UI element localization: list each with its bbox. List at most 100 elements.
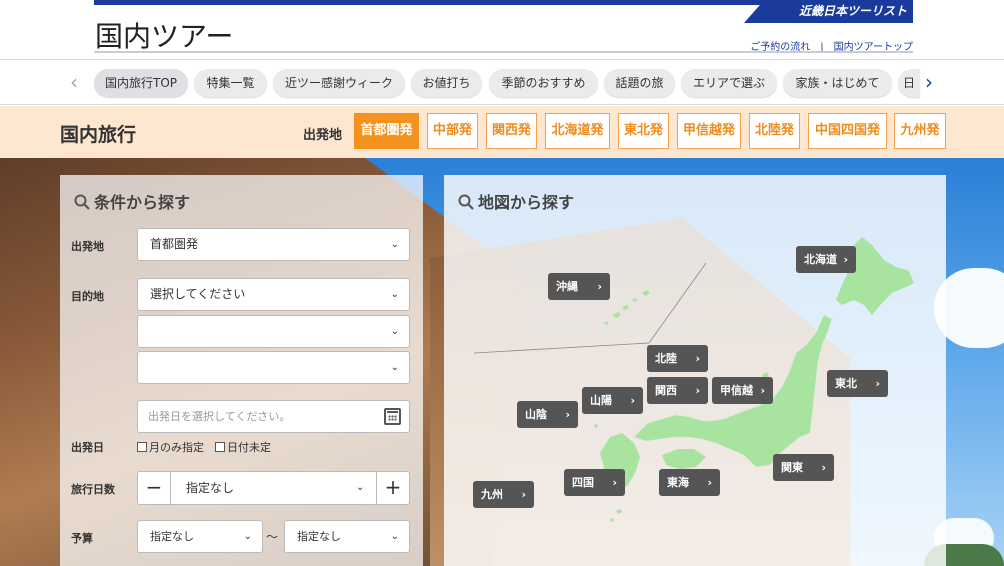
dep-chugoku-shikoku-button[interactable]: 中国四国発	[808, 113, 887, 149]
tab-features[interactable]: 特集一覧	[194, 69, 267, 97]
region-kansai-button[interactable]: 関西 ›	[647, 377, 708, 404]
tab-trending[interactable]: 話題の旅	[604, 69, 675, 97]
chevron-right-icon: ›	[843, 253, 848, 266]
month-only-checkbox[interactable]: 月のみ指定	[137, 439, 204, 455]
destination-sub-select-2[interactable]: ⌄	[137, 351, 410, 384]
tab-thanks-week[interactable]: 近ツー感謝ウィーク	[273, 69, 405, 97]
chevron-left-icon[interactable]: ‹	[66, 70, 82, 94]
tab-seasonal[interactable]: 季節のおすすめ	[489, 69, 598, 97]
region-kyushu-button[interactable]: 九州 ›	[473, 481, 534, 508]
region-kanto-button[interactable]: 関東 ›	[773, 454, 834, 481]
region-label: 甲信越	[720, 384, 753, 397]
chevron-right-icon: ›	[875, 377, 880, 390]
chevron-right-icon[interactable]: ›	[921, 70, 937, 94]
search-icon	[74, 194, 90, 210]
budget-min-value: 指定なし	[150, 530, 194, 543]
calendar-icon[interactable]	[384, 408, 401, 425]
dep-tokyo-button[interactable]: 首都圏発	[354, 113, 419, 149]
range-tilde: ～	[266, 530, 279, 544]
region-sanin-button[interactable]: 山陰 ›	[517, 401, 578, 428]
chevron-right-icon: ›	[521, 488, 526, 501]
budget-min-select[interactable]: 指定なし ⌄	[137, 520, 263, 553]
region-koshinetsu-button[interactable]: 甲信越 ›	[712, 377, 773, 404]
chevron-down-icon[interactable]: ⌄	[356, 472, 364, 504]
date-undecided-label: 日付未定	[227, 441, 271, 454]
chevron-down-icon: ⌄	[243, 531, 252, 542]
site-header: 近畿日本ツーリスト 国内ツアー ご予約の流れ | 国内ツアートップ	[0, 0, 1004, 58]
date-field-label: 出発日	[71, 441, 104, 454]
budget-max-select[interactable]: 指定なし ⌄	[284, 520, 410, 553]
minus-button[interactable]: −	[138, 472, 171, 504]
chevron-down-icon: ⌄	[390, 362, 399, 373]
dep-kansai-button[interactable]: 関西発	[486, 113, 537, 149]
date-undecided-checkbox[interactable]: 日付未定	[215, 439, 271, 455]
condition-panel-title: 条件から探す	[74, 189, 190, 213]
tab-partial[interactable]: 日	[898, 69, 920, 97]
okinawa-land[interactable]	[604, 290, 650, 325]
month-only-label: 月のみ指定	[149, 441, 204, 454]
dep-kyushu-button[interactable]: 九州発	[894, 113, 946, 149]
destination-sub-select-1[interactable]: ⌄	[137, 315, 410, 348]
section-title: 国内旅行	[60, 124, 137, 146]
destination-select[interactable]: 選択してください ⌄	[137, 278, 410, 311]
departure-field-label: 出発地	[71, 240, 104, 253]
shikoku-land[interactable]	[662, 449, 706, 469]
checkbox-icon[interactable]	[137, 442, 147, 452]
chevron-down-icon: ⌄	[390, 326, 399, 337]
region-shikoku-button[interactable]: 四国 ›	[564, 469, 625, 496]
dep-koshinetsu-button[interactable]: 甲信越発	[677, 113, 741, 149]
departure-date-input[interactable]: 出発日を選択してください。	[137, 400, 410, 433]
region-tohoku-button[interactable]: 東北 ›	[827, 370, 888, 397]
destination-field-label: 目的地	[71, 290, 104, 303]
region-label: 北陸	[655, 352, 677, 365]
days-stepper[interactable]: − 指定なし ⌄ +	[137, 471, 410, 505]
chevron-right-icon: ›	[695, 352, 700, 365]
tab-by-area[interactable]: エリアで選ぶ	[681, 69, 777, 97]
days-value: 指定なし	[186, 481, 235, 495]
budget-field-label: 予算	[71, 532, 93, 545]
condition-title-text: 条件から探す	[94, 193, 191, 212]
region-tokai-button[interactable]: 東海 ›	[659, 469, 720, 496]
chevron-right-icon: ›	[821, 461, 826, 474]
region-okinawa-button[interactable]: 沖縄 ›	[548, 273, 610, 300]
header-divider	[94, 51, 913, 53]
plus-button[interactable]: +	[376, 472, 409, 504]
brand-logo[interactable]: 近畿日本ツーリスト	[744, 0, 913, 23]
dep-tohoku-button[interactable]: 東北発	[618, 113, 669, 149]
condition-search-panel: 条件から探す 出発地 首都圏発 ⌄ 目的地 選択してください ⌄ ⌄ ⌄ 出発日…	[60, 175, 423, 566]
region-sanyo-button[interactable]: 山陽 ›	[582, 387, 643, 414]
chevron-right-icon: ›	[565, 408, 570, 421]
okinawa-island[interactable]	[604, 290, 650, 325]
departure-select[interactable]: 首都圏発 ⌄	[137, 228, 410, 261]
budget-max-value: 指定なし	[297, 530, 341, 543]
chevron-right-icon: ›	[760, 384, 765, 397]
page-title: 国内ツアー	[95, 20, 234, 53]
chevron-right-icon: ›	[612, 476, 617, 489]
tab-domestic-top[interactable]: 国内旅行TOP	[94, 69, 188, 97]
dep-hokkaido-button[interactable]: 北海道発	[545, 113, 610, 149]
departure-select-value: 首都圏発	[150, 237, 199, 251]
chevron-down-icon: ⌄	[390, 531, 399, 542]
region-label: 沖縄	[556, 280, 578, 293]
dep-hokuriku-button[interactable]: 北陸発	[749, 113, 800, 149]
tab-value[interactable]: お値打ち	[411, 69, 482, 97]
region-hokuriku-button[interactable]: 北陸 ›	[647, 345, 708, 372]
date-placeholder: 出発日を選択してください。	[148, 410, 291, 423]
region-label: 関東	[781, 461, 803, 474]
map-search-panel: 地図から探す 北海道 › 沖縄 › 北陸 › 関西 › 甲信越 › 東北 › 山陽 › 山陰 ›…	[444, 175, 946, 566]
region-label: 九州	[481, 488, 503, 501]
dep-chubu-button[interactable]: 中部発	[427, 113, 478, 149]
region-label: 四国	[572, 476, 594, 489]
chevron-right-icon: ›	[695, 384, 700, 397]
checkbox-icon[interactable]	[215, 442, 225, 452]
tab-family[interactable]: 家族・はじめて	[783, 69, 892, 97]
region-label: 山陽	[590, 394, 612, 407]
region-hokkaido-button[interactable]: 北海道 ›	[796, 246, 856, 273]
days-field-label: 旅行日数	[71, 483, 115, 496]
region-label: 関西	[655, 384, 677, 397]
region-label: 東北	[835, 377, 857, 390]
region-label: 北海道	[804, 253, 837, 266]
category-nav: ‹ 国内旅行TOP 特集一覧 近ツー感謝ウィーク お値打ち 季節のおすすめ 話題…	[0, 59, 1004, 105]
chevron-down-icon: ⌄	[390, 289, 399, 300]
chevron-right-icon: ›	[707, 476, 712, 489]
